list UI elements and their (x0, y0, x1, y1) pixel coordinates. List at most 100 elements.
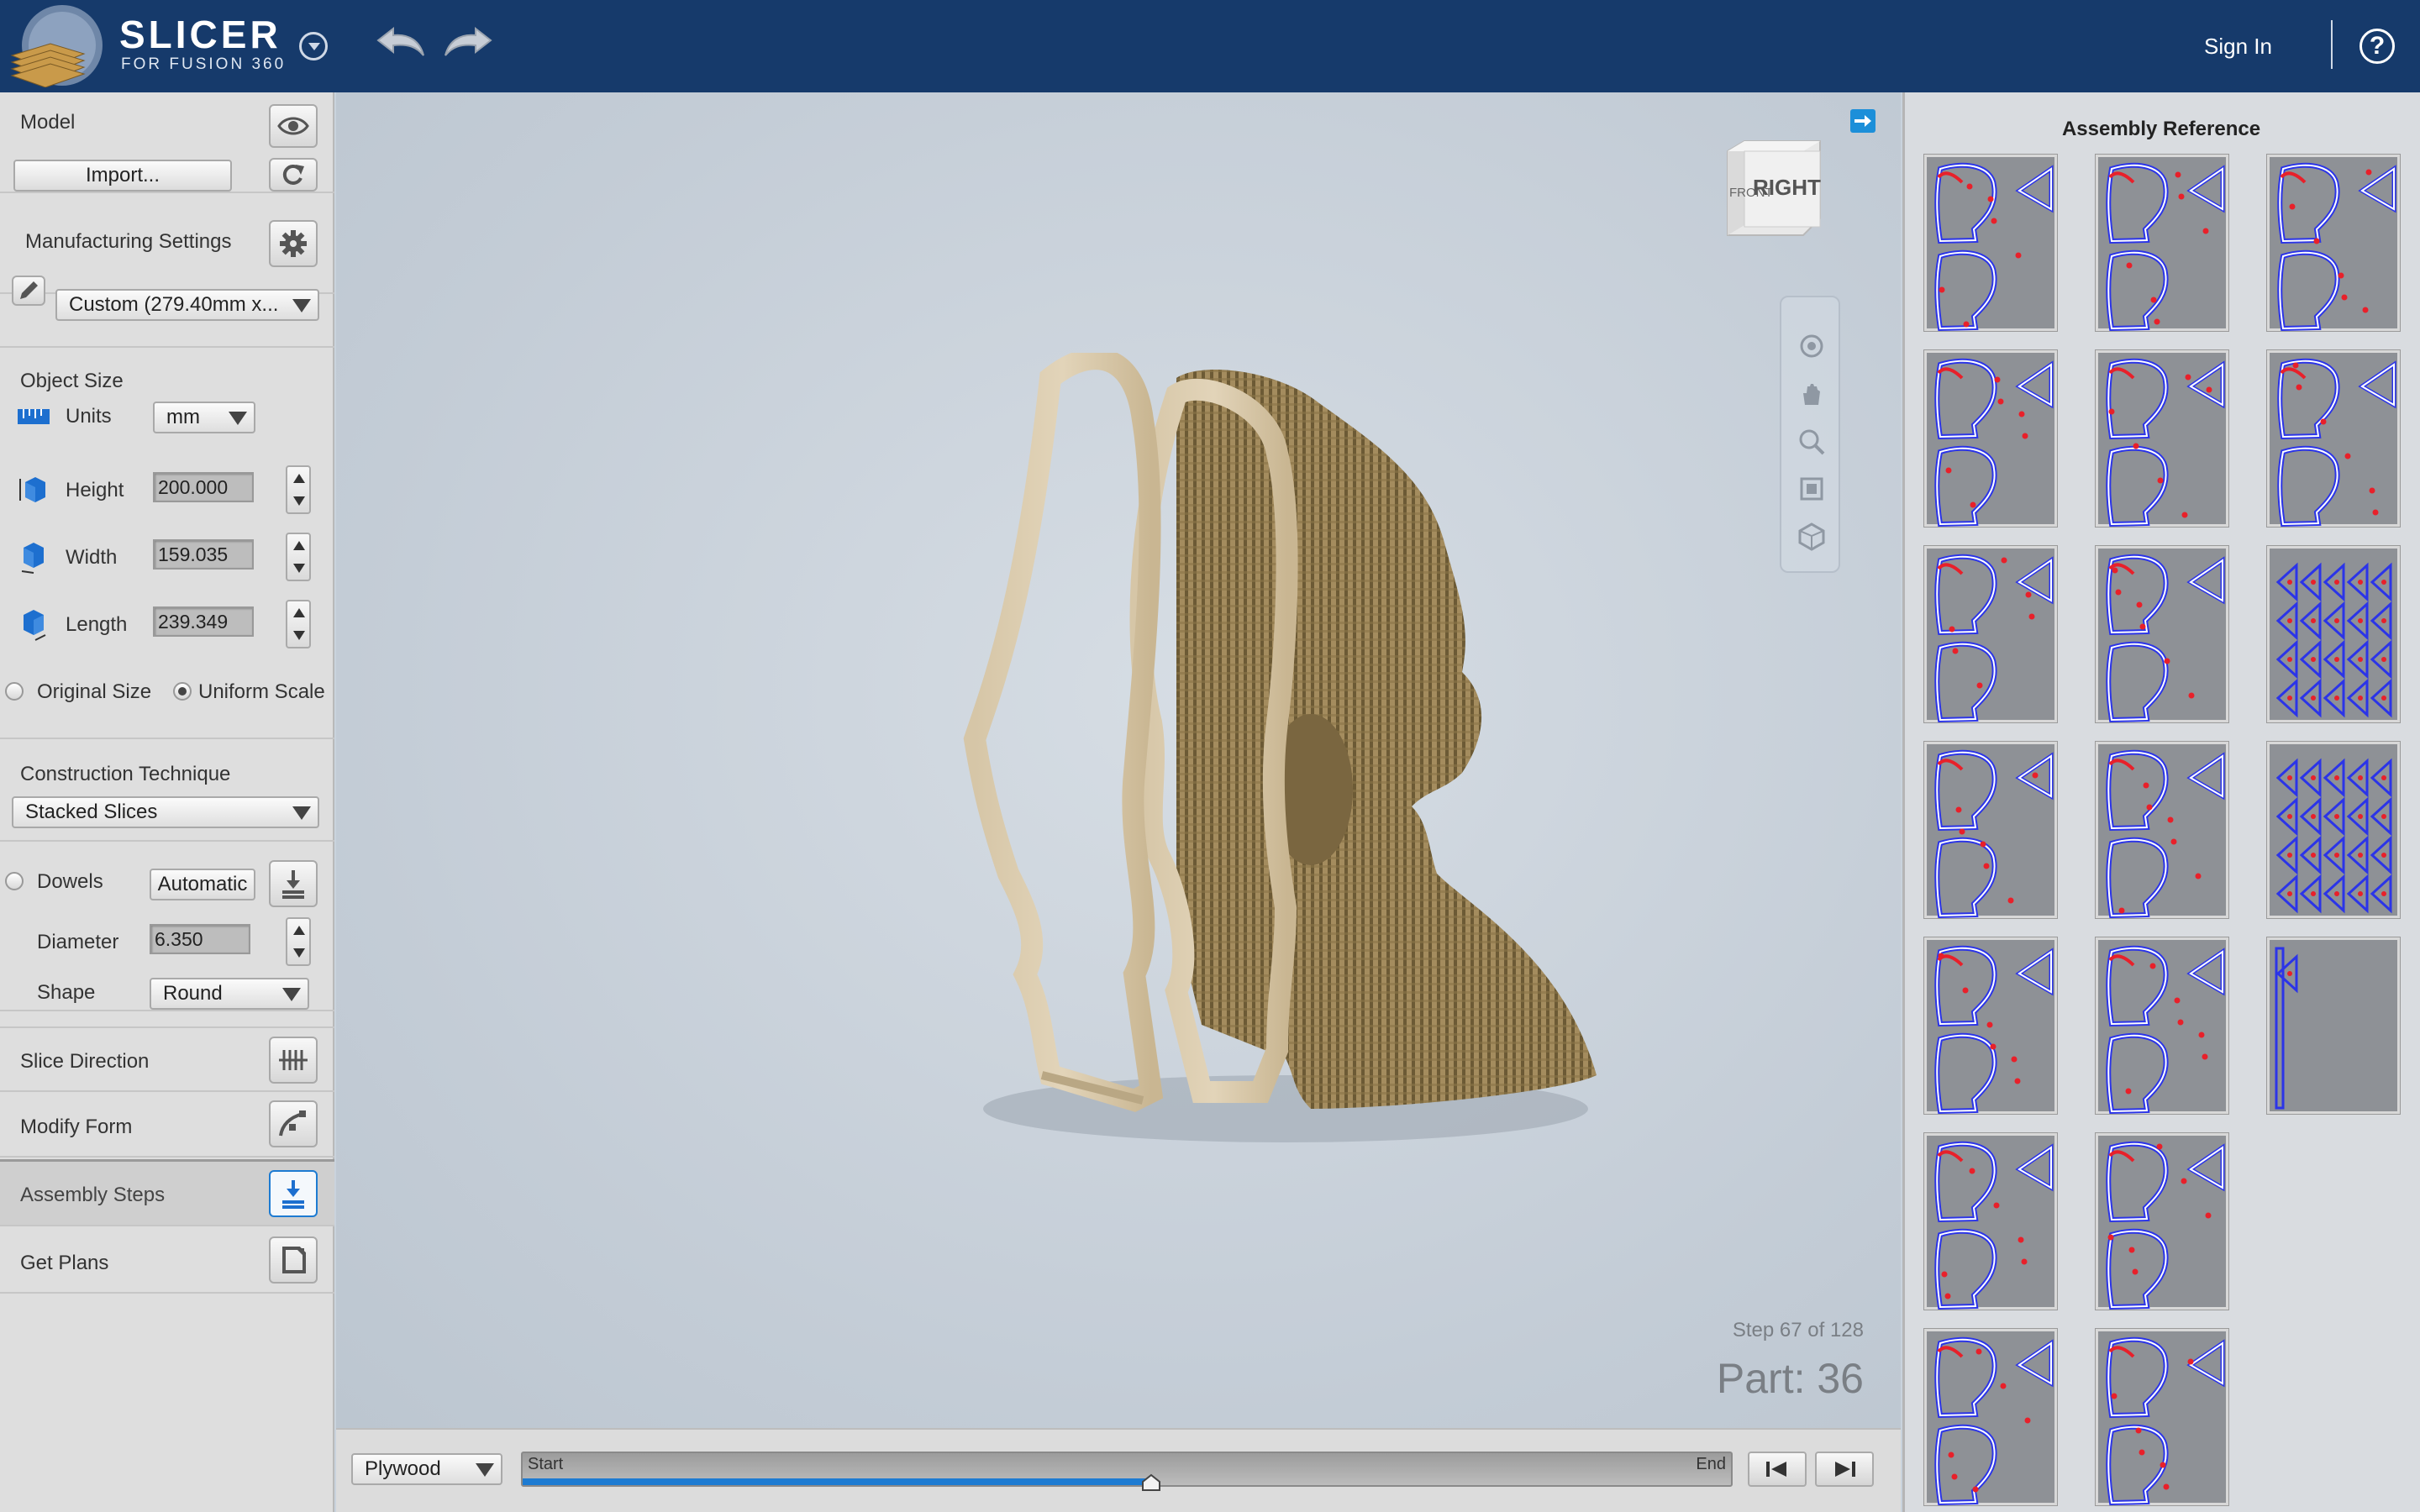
slice-direction-label: Slice Direction (20, 1050, 150, 1073)
units-select[interactable]: mm (153, 402, 255, 433)
timeline-end-label: End (1696, 1455, 1726, 1473)
settings-panel: Model Import... Manufacturing Settings C… (0, 92, 334, 1512)
sheet-thumbnail[interactable] (2267, 350, 2400, 528)
get-plans-label: Get Plans (20, 1252, 109, 1274)
height-input[interactable]: 200.000 (153, 472, 254, 502)
construction-technique-select[interactable]: Stacked Slices (12, 796, 319, 828)
assembly-timeline-slider[interactable]: Start End (521, 1452, 1733, 1491)
chevron-down-icon (292, 299, 311, 312)
assembly-steps-section[interactable]: Assembly Steps (0, 1159, 334, 1226)
slice-direction-section[interactable]: Slice Direction (0, 1026, 334, 1092)
get-plans-button[interactable] (269, 1236, 318, 1284)
dowels-checkbox[interactable] (5, 872, 24, 890)
diameter-input[interactable]: 6.350 (150, 924, 250, 954)
material-select[interactable]: Plywood (351, 1453, 502, 1485)
step-counter: Step 67 of 128 (1732, 1319, 1864, 1341)
original-size-radio[interactable] (5, 682, 24, 701)
length-stepper[interactable] (286, 600, 311, 648)
sheet-thumbnail[interactable] (2267, 546, 2400, 722)
sliced-head-model[interactable] (924, 353, 1664, 1226)
uniform-scale-radio[interactable] (173, 682, 192, 701)
manufacturing-preset-select[interactable]: Custom (279.40mm x... (55, 289, 319, 321)
diameter-stepper[interactable] (286, 917, 311, 966)
sheet-thumbnail[interactable] (2096, 350, 2228, 528)
timeline-handle[interactable] (1141, 1473, 1161, 1492)
sheet-preview (2106, 162, 2225, 332)
dowels-label: Dowels (37, 870, 103, 893)
width-stepper[interactable] (286, 533, 311, 581)
length-input[interactable]: 239.349 (153, 606, 254, 637)
slice-direction-icon (279, 1050, 308, 1070)
sheet-thumbnail[interactable] (1924, 350, 2057, 528)
assembly-steps-button[interactable] (269, 1170, 318, 1217)
refresh-icon (282, 164, 304, 185)
eye-icon (277, 117, 309, 135)
sheet-thumbnail[interactable] (2096, 742, 2228, 919)
construction-section: Construction Technique Stacked Slices (0, 741, 334, 842)
manufacturing-settings-button[interactable] (269, 220, 318, 267)
help-icon[interactable]: ? (2360, 29, 2395, 64)
dowels-automatic-button[interactable]: Automatic (150, 869, 255, 900)
sheet-thumbnail[interactable] (2096, 937, 2228, 1115)
dowels-place-button[interactable] (269, 860, 318, 907)
home-view-icon[interactable] (1797, 521, 1827, 551)
fit-view-icon[interactable] (1797, 474, 1827, 504)
shape-value: Round (163, 982, 223, 1005)
sheet-thumbnail[interactable] (2267, 742, 2400, 918)
refresh-button[interactable] (269, 158, 318, 192)
width-icon (21, 543, 44, 574)
height-stepper[interactable] (286, 465, 311, 514)
pan-hand-icon[interactable] (1797, 380, 1827, 410)
collapse-panel-button[interactable] (1850, 109, 1876, 133)
height-label: Height (66, 479, 124, 501)
get-plans-section[interactable]: Get Plans (0, 1228, 334, 1294)
visibility-button[interactable] (269, 104, 318, 148)
sheet-thumbnail[interactable] (2096, 1329, 2228, 1506)
chevron-down-icon (229, 412, 247, 425)
sheet-thumbnail[interactable] (2096, 155, 2228, 332)
step-forward-button[interactable] (1815, 1452, 1874, 1487)
viewcube-right-label[interactable]: RIGHT (1753, 175, 1821, 200)
shape-label: Shape (37, 981, 96, 1004)
edit-preset-button[interactable] (12, 276, 45, 306)
chevron-down-icon (292, 806, 311, 820)
sheet-thumbnail[interactable] (2267, 937, 2400, 1114)
sheet-preview (1934, 749, 2054, 919)
document-icon (282, 1247, 306, 1273)
sheet-thumbnail[interactable] (2096, 546, 2228, 723)
sheet-thumbnail[interactable] (1924, 1329, 2057, 1506)
chevron-down-icon[interactable] (299, 32, 328, 60)
sheet-preview (1934, 945, 2054, 1115)
sheet-thumbnail[interactable] (1924, 937, 2057, 1115)
sheet-preview (1934, 162, 2054, 332)
zoom-icon[interactable] (1797, 427, 1827, 457)
sheet-thumbnail[interactable] (1924, 742, 2057, 919)
sheet-preview (2106, 554, 2225, 723)
modify-form-icon (279, 1110, 306, 1137)
length-label: Length (66, 613, 128, 636)
material-value: Plywood (365, 1457, 441, 1480)
sheet-thumbnail[interactable] (1924, 155, 2057, 332)
width-input[interactable]: 159.035 (153, 539, 254, 570)
dowel-shape-select[interactable]: Round (150, 978, 309, 1010)
sign-in-link[interactable]: Sign In (2204, 34, 2272, 60)
step-back-button[interactable] (1748, 1452, 1807, 1487)
modify-form-section[interactable]: Modify Form (0, 1092, 334, 1158)
sheet-thumbnail[interactable] (1924, 546, 2057, 723)
import-button[interactable]: Import... (13, 160, 232, 192)
redo-icon[interactable] (442, 22, 496, 62)
slice-direction-button[interactable] (269, 1037, 318, 1084)
sheet-thumbnail[interactable] (2267, 155, 2400, 332)
skip-forward-icon (1835, 1462, 1855, 1477)
pencil-icon (20, 281, 38, 299)
orbit-icon[interactable] (1797, 331, 1827, 361)
undo-icon[interactable] (373, 22, 427, 62)
sheet-thumbnail[interactable] (2096, 1133, 2228, 1310)
units-value: mm (166, 406, 200, 428)
modify-form-button[interactable] (269, 1100, 318, 1147)
height-icon (19, 477, 45, 502)
object-size-section: Object Size Units mm Height 200.000 Widt… (0, 346, 334, 739)
model-section: Model Import... (0, 92, 334, 193)
view-cube[interactable]: FRONT RIGHT (1711, 134, 1828, 244)
sheet-thumbnail[interactable] (1924, 1133, 2057, 1310)
